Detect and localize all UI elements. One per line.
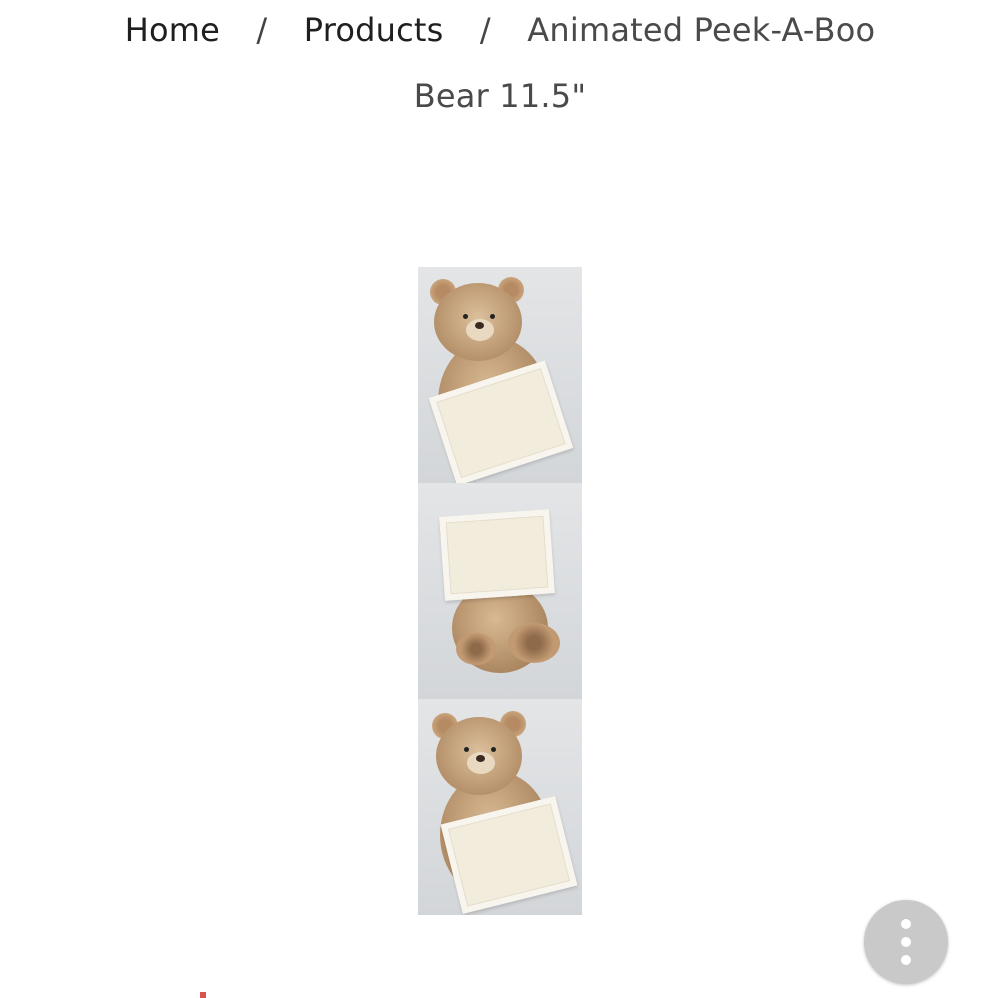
breadcrumb-home-link[interactable]: Home — [125, 11, 220, 49]
breadcrumb: Home / Products / Animated Peek-A-Boo Be… — [0, 8, 1000, 118]
breadcrumb-separator: / — [479, 11, 491, 49]
breadcrumb-current-title: Animated Peek-A-Boo — [527, 11, 876, 49]
product-image-panel-holding-blanket — [418, 267, 582, 486]
product-image-panel-peeking — [418, 699, 582, 915]
product-image[interactable] — [418, 267, 582, 915]
breadcrumb-line-1: Home / Products / Animated Peek-A-Boo — [0, 8, 1000, 52]
product-image-panel-hiding — [418, 483, 582, 699]
breadcrumb-products-link[interactable]: Products — [304, 11, 444, 49]
breadcrumb-current-title-continued: Bear 11.5" — [413, 77, 587, 115]
partial-element-below-fold — [200, 992, 206, 998]
more-options-button[interactable] — [864, 900, 948, 984]
breadcrumb-separator: / — [256, 11, 268, 49]
product-page: Home / Products / Animated Peek-A-Boo Be… — [0, 0, 1000, 998]
